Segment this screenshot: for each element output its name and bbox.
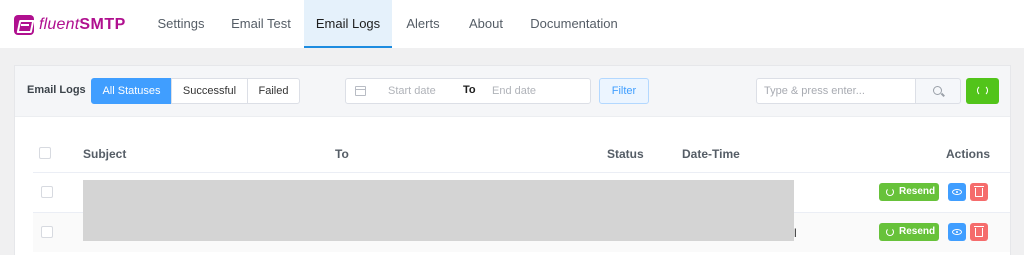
tab-email-test[interactable]: Email Test bbox=[222, 0, 300, 48]
toolbar-title: Email Logs bbox=[27, 84, 86, 96]
tab-documentation[interactable]: Documentation bbox=[526, 0, 622, 48]
refresh-button[interactable] bbox=[966, 78, 999, 104]
resend-button[interactable]: Resend bbox=[879, 183, 939, 201]
search-icon bbox=[933, 86, 942, 95]
column-header-to[interactable]: To bbox=[335, 147, 349, 161]
date-range-separator: To bbox=[463, 84, 476, 96]
resend-icon bbox=[886, 228, 894, 236]
calendar-icon bbox=[355, 86, 366, 96]
filter-button[interactable]: Filter bbox=[599, 78, 649, 104]
end-date-input[interactable]: End date bbox=[492, 85, 536, 97]
select-all-checkbox[interactable] bbox=[39, 147, 51, 159]
column-header-actions: Actions bbox=[946, 147, 991, 161]
trash-icon bbox=[974, 186, 984, 197]
view-log-button[interactable] bbox=[948, 223, 966, 241]
start-date-input[interactable]: Start date bbox=[388, 85, 436, 97]
eye-icon bbox=[952, 229, 962, 235]
logs-toolbar: Email Logs All Statuses Successful Faile… bbox=[15, 66, 1010, 117]
logo-text: fluentSMTP bbox=[39, 16, 126, 33]
column-header-date-time[interactable]: Date-Time bbox=[682, 147, 740, 161]
view-log-button[interactable] bbox=[948, 183, 966, 201]
fluentsmtp-logo[interactable]: fluentSMTP bbox=[14, 14, 126, 36]
resend-label: Resend bbox=[899, 186, 936, 197]
tab-about[interactable]: About bbox=[459, 0, 513, 48]
top-navigation: fluentSMTP Settings Email Test Email Log… bbox=[0, 0, 1024, 48]
eye-icon bbox=[952, 189, 962, 195]
resend-button[interactable]: Resend bbox=[879, 223, 939, 241]
row-checkbox[interactable] bbox=[41, 226, 53, 238]
tab-email-logs[interactable]: Email Logs bbox=[304, 0, 392, 48]
tab-settings[interactable]: Settings bbox=[146, 0, 216, 48]
filter-failed[interactable]: Failed bbox=[247, 78, 300, 104]
column-header-subject[interactable]: Subject bbox=[83, 147, 126, 161]
refresh-icon bbox=[977, 85, 988, 96]
redacted-log-content bbox=[83, 180, 794, 241]
date-range-picker[interactable]: Start date To End date bbox=[345, 78, 591, 104]
partial-datetime-text: l bbox=[794, 226, 797, 240]
delete-log-button[interactable] bbox=[970, 183, 988, 201]
log-search bbox=[756, 78, 961, 104]
email-logs-panel: Email Logs All Statuses Successful Faile… bbox=[14, 65, 1011, 255]
filter-successful[interactable]: Successful bbox=[171, 78, 248, 104]
filter-all-statuses[interactable]: All Statuses bbox=[91, 78, 172, 104]
trash-icon bbox=[974, 226, 984, 237]
envelope-logo-icon bbox=[14, 15, 34, 35]
resend-label: Resend bbox=[899, 226, 936, 237]
search-input[interactable] bbox=[756, 78, 916, 104]
row-checkbox[interactable] bbox=[41, 186, 53, 198]
search-button[interactable] bbox=[916, 78, 961, 104]
resend-icon bbox=[886, 188, 894, 196]
tab-alerts[interactable]: Alerts bbox=[397, 0, 449, 48]
column-header-status[interactable]: Status bbox=[607, 147, 644, 161]
delete-log-button[interactable] bbox=[970, 223, 988, 241]
